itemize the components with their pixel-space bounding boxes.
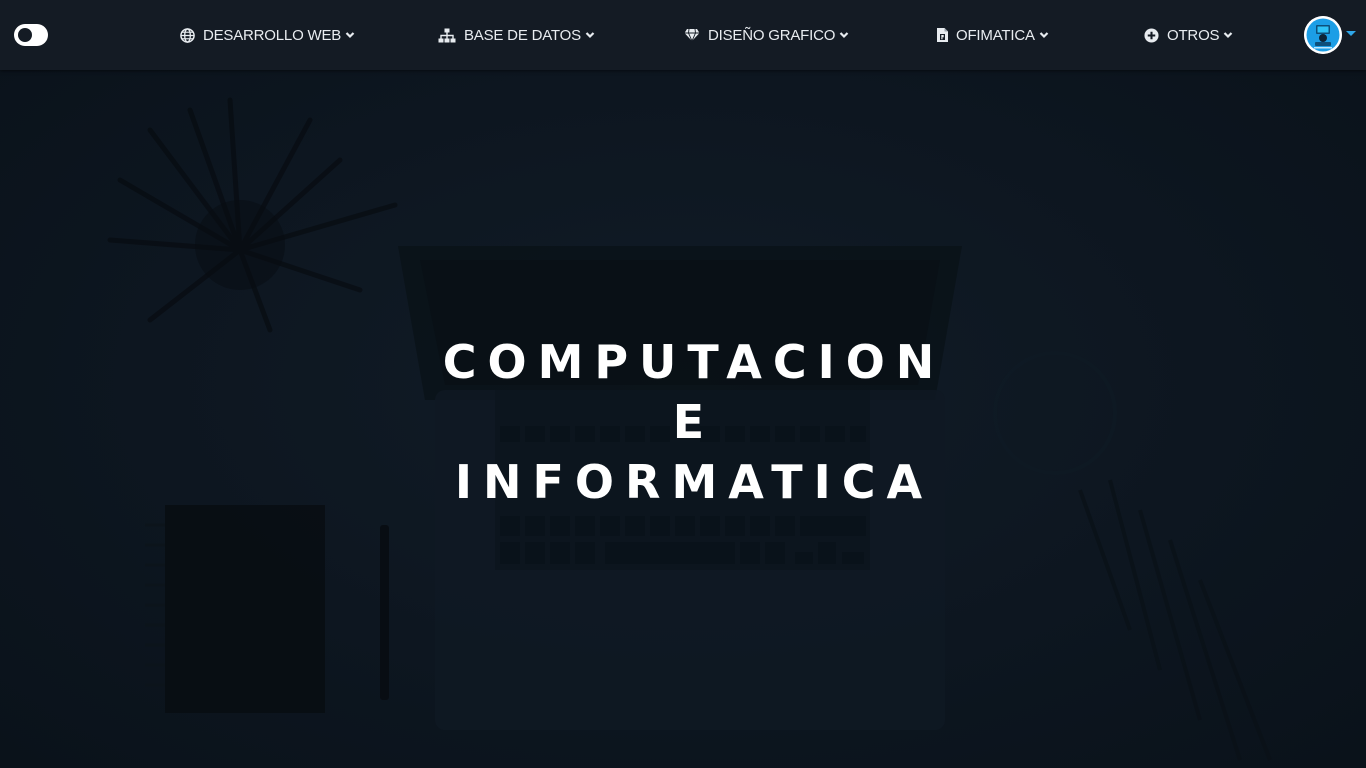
sitemap-icon [438, 28, 456, 43]
top-navbar: DESARROLLO WEB BASE DE DATOS DISEÑO GRAF… [0, 0, 1366, 70]
globe-icon [180, 27, 195, 43]
chevron-down-icon [585, 31, 595, 39]
nav-base-de-datos[interactable]: BASE DE DATOS [438, 24, 595, 46]
theme-toggle-switch[interactable] [14, 24, 48, 46]
hero-title-line-3: INFORMATICA [454, 455, 934, 509]
hero-title-line-1: COMPUTACION [442, 335, 946, 389]
hero-title: COMPUTACION E INFORMATICA [283, 332, 1094, 512]
nav-item-label: DISEÑO GRAFICO [708, 26, 836, 44]
chevron-down-icon [1039, 31, 1049, 39]
diamond-icon [684, 28, 700, 42]
nav-item-label: DESARROLLO WEB [203, 26, 342, 44]
hero-section: COMPUTACION E INFORMATICA [0, 70, 1366, 768]
file-icon [936, 27, 949, 43]
hero-title-line-2: E [672, 395, 716, 449]
nav-otros[interactable]: OTROS [1144, 24, 1233, 46]
plus-circle-icon [1144, 27, 1159, 43]
nav-item-label: OTROS [1167, 26, 1220, 44]
chevron-down-icon [839, 31, 849, 39]
nav-desarrollo-web[interactable]: DESARROLLO WEB [180, 24, 355, 46]
nav-diseno-grafico[interactable]: DISEÑO GRAFICO [684, 24, 849, 46]
chevron-down-icon [1223, 31, 1233, 39]
toggle-knob-icon [18, 28, 32, 42]
chevron-down-icon [345, 31, 355, 39]
nav-item-label: OFIMATICA [956, 26, 1035, 44]
caret-down-icon[interactable] [1346, 31, 1356, 36]
nav-item-label: BASE DE DATOS [464, 26, 581, 44]
nav-ofimatica[interactable]: OFIMATICA [936, 24, 1049, 46]
user-avatar[interactable] [1304, 16, 1342, 54]
